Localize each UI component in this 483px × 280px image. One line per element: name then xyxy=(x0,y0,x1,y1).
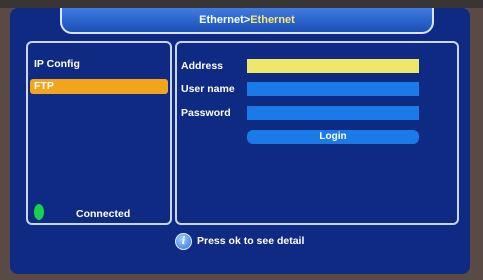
address-label: Address xyxy=(181,60,224,72)
breadcrumb-parent[interactable]: Ethernet xyxy=(199,14,244,26)
osd-screen: Ethernet>Ethernet IP Config FTP Connecte… xyxy=(10,8,470,274)
address-field[interactable] xyxy=(247,59,419,73)
footer-hint-text: Press ok to see detail xyxy=(197,235,305,247)
breadcrumb: Ethernet>Ethernet xyxy=(60,8,434,34)
ftp-form-panel: Address User name Password Login xyxy=(175,41,459,225)
password-label: Password xyxy=(181,107,231,119)
username-field[interactable] xyxy=(247,82,419,96)
sidebar-item-ftp[interactable]: FTP xyxy=(30,79,168,94)
connection-status-label: Connected xyxy=(76,208,131,220)
password-field[interactable] xyxy=(247,106,419,120)
breadcrumb-current: Ethernet xyxy=(250,14,295,26)
connection-status-led xyxy=(34,204,44,220)
info-icon: i xyxy=(175,233,192,250)
sidebar-item-ip-config[interactable]: IP Config xyxy=(30,57,168,72)
sidebar-panel: IP Config FTP Connected xyxy=(26,41,172,225)
tv-bezel xyxy=(0,0,483,8)
login-button[interactable]: Login xyxy=(247,130,419,144)
username-label: User name xyxy=(181,83,235,95)
